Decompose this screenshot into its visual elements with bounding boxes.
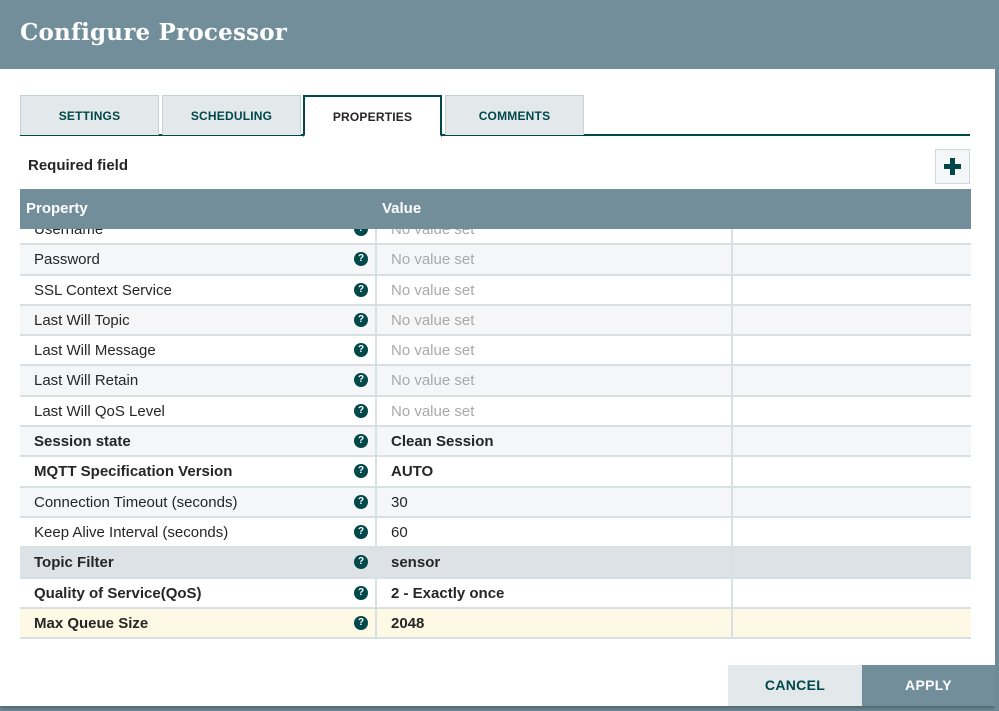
column-divider	[731, 336, 733, 365]
question-circle-icon[interactable]: ?	[354, 494, 368, 509]
apply-button[interactable]: APPLY	[862, 665, 995, 706]
table-row[interactable]: Password? No value set	[20, 245, 971, 276]
question-circle-icon[interactable]: ?	[354, 343, 368, 358]
column-header-value[interactable]: Value	[382, 200, 421, 217]
property-value[interactable]: 30	[391, 494, 408, 511]
column-divider	[731, 548, 733, 577]
column-divider	[731, 517, 733, 547]
tab-properties[interactable]: PROPERTIES	[303, 95, 442, 137]
column-divider	[731, 305, 733, 335]
column-divider	[731, 608, 733, 638]
column-divider	[375, 245, 377, 274]
table-row[interactable]: Last Will QoS Level? No value set	[20, 396, 971, 428]
tab-comments[interactable]: COMMENTS	[445, 95, 584, 135]
property-value[interactable]: No value set	[391, 282, 474, 299]
property-value[interactable]: 2 - Exactly once	[391, 585, 504, 602]
property-name: Last Will QoS Level	[34, 402, 165, 420]
property-value[interactable]: No value set	[391, 251, 474, 268]
column-divider	[375, 548, 377, 577]
dialog-titlebar: Configure Processor	[0, 0, 999, 69]
table-header: Property Value	[20, 189, 971, 229]
question-circle-icon[interactable]: ?	[354, 312, 368, 327]
question-circle-icon[interactable]: ?	[354, 464, 368, 479]
column-header-property[interactable]: Property	[26, 200, 88, 217]
column-divider	[375, 366, 377, 395]
table-row[interactable]: Last Will Topic? No value set	[20, 305, 971, 337]
tab-settings[interactable]: SETTINGS	[20, 95, 159, 135]
property-value[interactable]: No value set	[391, 372, 474, 389]
column-divider	[375, 487, 377, 516]
property-name: Quality of Service(QoS)	[34, 584, 202, 602]
column-divider	[375, 427, 377, 456]
question-circle-icon[interactable]: ?	[354, 252, 368, 267]
column-divider	[731, 578, 733, 607]
table-body[interactable]: Username?No value setPassword?No value s…	[20, 215, 971, 640]
property-name: SSL Context Service	[34, 281, 172, 299]
plus-icon	[944, 158, 961, 175]
question-circle-icon[interactable]: ?	[354, 434, 368, 449]
background-canvas-edge	[995, 69, 999, 711]
property-value[interactable]: Clean Session	[391, 433, 494, 450]
property-name: Session state	[34, 433, 131, 451]
table-row[interactable]: Keep Alive Interval (seconds)? 60	[20, 517, 971, 549]
property-name: Last Will Message	[34, 342, 156, 360]
property-name: Max Queue Size	[34, 614, 149, 632]
column-divider	[375, 578, 377, 607]
question-circle-icon[interactable]: ?	[354, 373, 368, 388]
property-value[interactable]: No value set	[391, 312, 474, 329]
configure-processor-dialog: Configure Processor SETTINGS SCHEDULING …	[0, 0, 999, 706]
column-divider	[731, 427, 733, 456]
property-name: Password	[34, 251, 100, 269]
property-name: Last Will Retain	[34, 372, 139, 390]
add-property-button[interactable]	[935, 149, 970, 184]
column-divider	[375, 608, 377, 638]
column-divider	[731, 366, 733, 395]
question-circle-icon[interactable]: ?	[354, 282, 368, 297]
dialog-title: Configure Processor	[20, 19, 288, 46]
property-value[interactable]: 2048	[391, 615, 424, 632]
table-row[interactable]: Topic Filter? sensor	[20, 548, 971, 579]
property-value[interactable]: 60	[391, 524, 408, 541]
property-name: Connection Timeout (seconds)	[34, 493, 238, 511]
column-divider	[731, 245, 733, 274]
column-divider	[375, 305, 377, 335]
column-divider	[375, 517, 377, 547]
cancel-button[interactable]: CANCEL	[728, 665, 862, 706]
required-field-label: Required field	[28, 157, 129, 174]
property-name: MQTT Specification Version	[34, 463, 233, 481]
question-circle-icon[interactable]: ?	[354, 555, 368, 570]
column-divider	[731, 275, 733, 304]
table-row[interactable]: Connection Timeout (seconds)? 30	[20, 487, 971, 518]
property-name: Last Will Topic	[34, 311, 130, 329]
property-name: Keep Alive Interval (seconds)	[34, 523, 229, 541]
tab-bar: SETTINGS SCHEDULING PROPERTIES COMMENTS	[20, 95, 970, 137]
question-circle-icon[interactable]: ?	[354, 403, 368, 418]
property-name: Topic Filter	[34, 554, 114, 572]
question-circle-icon[interactable]: ?	[354, 524, 368, 539]
table-row[interactable]: Last Will Retain? No value set	[20, 366, 971, 397]
question-circle-icon[interactable]: ?	[354, 615, 368, 630]
tab-scheduling[interactable]: SCHEDULING	[162, 95, 301, 135]
column-divider	[731, 457, 733, 486]
column-divider	[375, 275, 377, 304]
table-row[interactable]: Quality of Service(QoS)? 2 - Exactly once	[20, 578, 971, 609]
property-value[interactable]: No value set	[391, 342, 474, 359]
column-divider	[375, 457, 377, 486]
property-value[interactable]: AUTO	[391, 463, 433, 480]
table-row[interactable]: Max Queue Size? 2048	[20, 608, 971, 640]
property-value[interactable]: sensor	[391, 554, 440, 571]
column-divider	[731, 396, 733, 426]
column-divider	[375, 336, 377, 365]
table-row[interactable]: Last Will Message? No value set	[20, 336, 971, 367]
properties-table: Property Value Username?No value setPass…	[20, 189, 971, 641]
property-value[interactable]: No value set	[391, 403, 474, 420]
table-row[interactable]: Session state? Clean Session	[20, 427, 971, 458]
table-row[interactable]: MQTT Specification Version? AUTO	[20, 457, 971, 488]
column-divider	[375, 396, 377, 426]
question-circle-icon[interactable]: ?	[354, 585, 368, 600]
table-row[interactable]: SSL Context Service? No value set	[20, 275, 971, 306]
column-divider	[731, 487, 733, 516]
